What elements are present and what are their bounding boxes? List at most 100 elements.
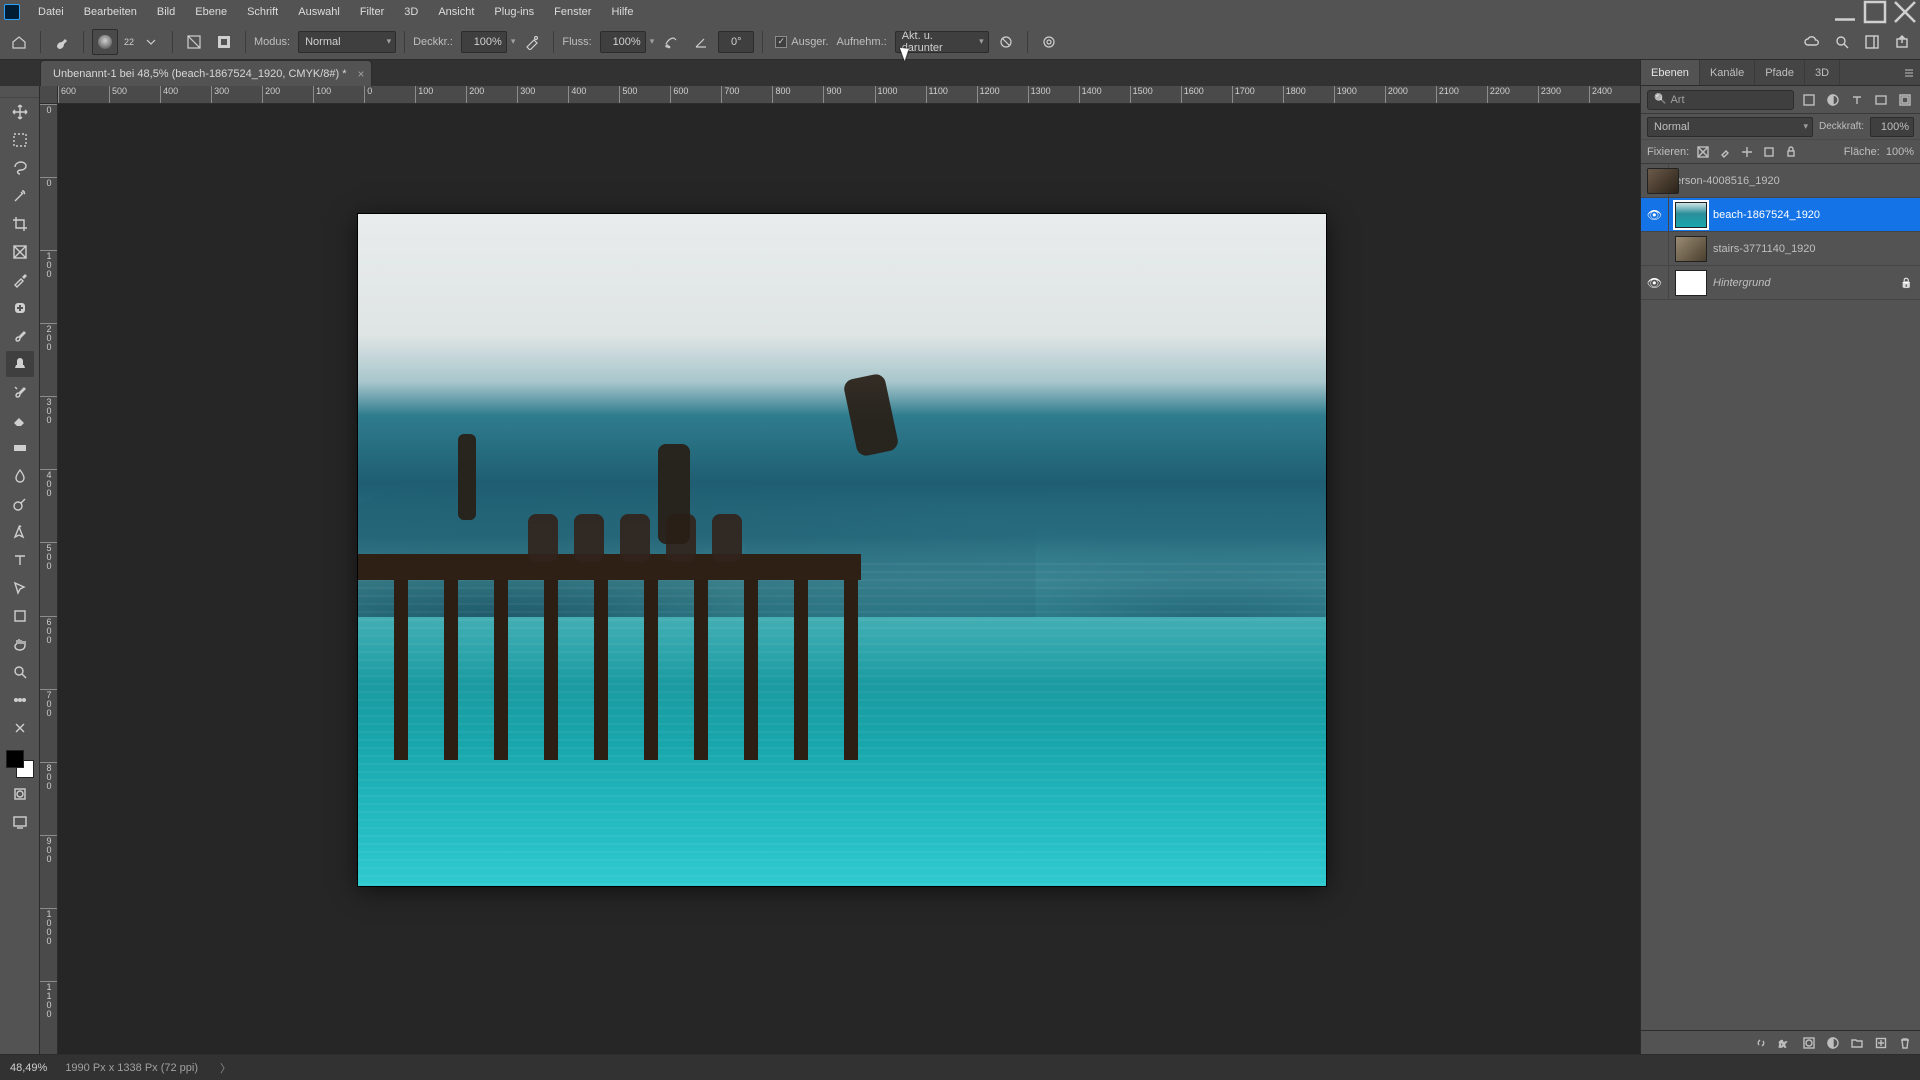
menu-bild[interactable]: Bild — [147, 0, 185, 24]
shape-tool[interactable] — [6, 603, 34, 629]
fx-icon[interactable]: fx — [1774, 1032, 1796, 1054]
color-swatches[interactable] — [4, 748, 36, 780]
tab-close-icon[interactable]: × — [358, 67, 365, 81]
more-tools-icon[interactable] — [6, 687, 34, 713]
layer-row[interactable]: stairs-3771140_1920 — [1641, 232, 1920, 266]
filter-smart-icon[interactable] — [1896, 91, 1914, 109]
layer-thumbnail[interactable] — [1675, 236, 1707, 262]
angle-input[interactable]: 0° — [718, 31, 754, 53]
cloud-docs-icon[interactable] — [1800, 30, 1824, 54]
lock-all-icon[interactable] — [1783, 144, 1799, 160]
layer-name[interactable]: Hintergrund — [1713, 277, 1900, 289]
marquee-tool[interactable] — [6, 127, 34, 153]
mask-icon[interactable] — [1798, 1032, 1820, 1054]
lock-position-icon[interactable] — [1739, 144, 1755, 160]
layer-thumbnail[interactable] — [1647, 168, 1679, 194]
link-layers-icon[interactable] — [1750, 1032, 1772, 1054]
panel-tab-3d[interactable]: 3D — [1805, 60, 1840, 85]
layer-row[interactable]: person-4008516_1920 — [1641, 164, 1920, 198]
new-layer-icon[interactable] — [1870, 1032, 1892, 1054]
close-button[interactable] — [1890, 0, 1920, 24]
type-tool[interactable] — [6, 547, 34, 573]
filter-type-icon[interactable] — [1848, 91, 1866, 109]
opacity-pressure-icon[interactable] — [519, 29, 545, 55]
menu-auswahl[interactable]: Auswahl — [288, 0, 350, 24]
fill-panel-input[interactable]: 100% — [1886, 146, 1914, 158]
share-icon[interactable] — [1890, 30, 1914, 54]
brush-dropdown-icon[interactable] — [138, 29, 164, 55]
airbrush-icon[interactable] — [658, 29, 684, 55]
menu-ansicht[interactable]: Ansicht — [428, 0, 484, 24]
pen-tool[interactable] — [6, 519, 34, 545]
workspace-icon[interactable] — [1860, 30, 1884, 54]
zoom-tool[interactable] — [6, 659, 34, 685]
adjustment-layer-icon[interactable] — [1822, 1032, 1844, 1054]
layer-row[interactable]: beach-1867524_1920 — [1641, 198, 1920, 232]
lasso-tool[interactable] — [6, 155, 34, 181]
menu-fenster[interactable]: Fenster — [544, 0, 601, 24]
filter-shape-icon[interactable] — [1872, 91, 1890, 109]
brush-tool[interactable] — [6, 323, 34, 349]
eraser-tool[interactable] — [6, 407, 34, 433]
panel-menu-icon[interactable] — [1898, 60, 1920, 85]
menu-hilfe[interactable]: Hilfe — [601, 0, 643, 24]
menu-datei[interactable]: Datei — [28, 0, 74, 24]
menu-plug-ins[interactable]: Plug-ins — [484, 0, 544, 24]
document-tab[interactable]: Unbenannt-1 bei 48,5% (beach-1867524_192… — [40, 60, 372, 86]
pressure-size-icon[interactable] — [1036, 29, 1062, 55]
menu-filter[interactable]: Filter — [350, 0, 394, 24]
menu-bearbeiten[interactable]: Bearbeiten — [74, 0, 147, 24]
opacity-panel-input[interactable]: 100% — [1870, 117, 1914, 137]
blur-tool[interactable] — [6, 463, 34, 489]
panel-tab-pfade[interactable]: Pfade — [1755, 60, 1805, 85]
maximize-button[interactable] — [1860, 0, 1890, 24]
opacity-input[interactable]: 100% — [461, 31, 507, 53]
aligned-checkbox[interactable]: Ausger. — [771, 28, 832, 56]
panel-tab-kanäle[interactable]: Kanäle — [1700, 60, 1755, 85]
layer-name[interactable]: beach-1867524_1920 — [1713, 209, 1920, 221]
dodge-tool[interactable] — [6, 491, 34, 517]
menu-3d[interactable]: 3D — [394, 0, 428, 24]
filter-adjust-icon[interactable] — [1824, 91, 1842, 109]
group-icon[interactable] — [1846, 1032, 1868, 1054]
tool-preset-icon[interactable] — [49, 29, 75, 55]
canvas-viewport[interactable] — [58, 104, 1640, 1054]
magic-wand-tool[interactable] — [6, 183, 34, 209]
layer-name[interactable]: stairs-3771140_1920 — [1713, 243, 1920, 255]
brush-panel-icon[interactable] — [211, 29, 237, 55]
panel-tab-ebenen[interactable]: Ebenen — [1641, 60, 1700, 85]
frame-tool[interactable] — [6, 239, 34, 265]
layer-thumbnail[interactable] — [1675, 270, 1707, 296]
foreground-color-swatch[interactable] — [6, 750, 24, 768]
minimize-button[interactable] — [1830, 0, 1860, 24]
brush-preset-picker[interactable] — [92, 29, 118, 55]
menu-schrift[interactable]: Schrift — [237, 0, 288, 24]
blend-mode-select[interactable]: Normal — [1647, 117, 1813, 137]
hand-tool[interactable] — [6, 631, 34, 657]
brush-settings-icon[interactable] — [181, 29, 207, 55]
lock-pixels-icon[interactable] — [1695, 144, 1711, 160]
search-icon[interactable] — [1830, 30, 1854, 54]
status-arrow-icon[interactable]: 〉 — [220, 1060, 231, 1076]
layer-thumbnail[interactable] — [1675, 202, 1707, 228]
menu-ebene[interactable]: Ebene — [185, 0, 237, 24]
flow-input[interactable]: 100% — [600, 31, 646, 53]
edit-toolbar-icon[interactable] — [6, 715, 34, 741]
trash-icon[interactable] — [1894, 1032, 1916, 1054]
layer-filter-select[interactable]: Art — [1647, 90, 1794, 110]
lock-artboard-icon[interactable] — [1761, 144, 1777, 160]
clone-stamp-tool[interactable] — [6, 351, 34, 377]
layer-visibility-toggle[interactable] — [1641, 266, 1669, 299]
home-icon[interactable] — [6, 29, 32, 55]
screen-mode-icon[interactable] — [6, 809, 34, 835]
layer-row[interactable]: Hintergrund — [1641, 266, 1920, 300]
ignore-adjustment-icon[interactable] — [993, 29, 1019, 55]
layer-name[interactable]: person-4008516_1920 — [1669, 175, 1920, 187]
history-brush-tool[interactable] — [6, 379, 34, 405]
path-selection-tool[interactable] — [6, 575, 34, 601]
status-zoom[interactable]: 48,49% — [10, 1062, 47, 1074]
healing-brush-tool[interactable] — [6, 295, 34, 321]
quick-mask-icon[interactable] — [6, 781, 34, 807]
lock-paint-icon[interactable] — [1717, 144, 1733, 160]
layer-visibility-toggle[interactable] — [1641, 198, 1669, 231]
